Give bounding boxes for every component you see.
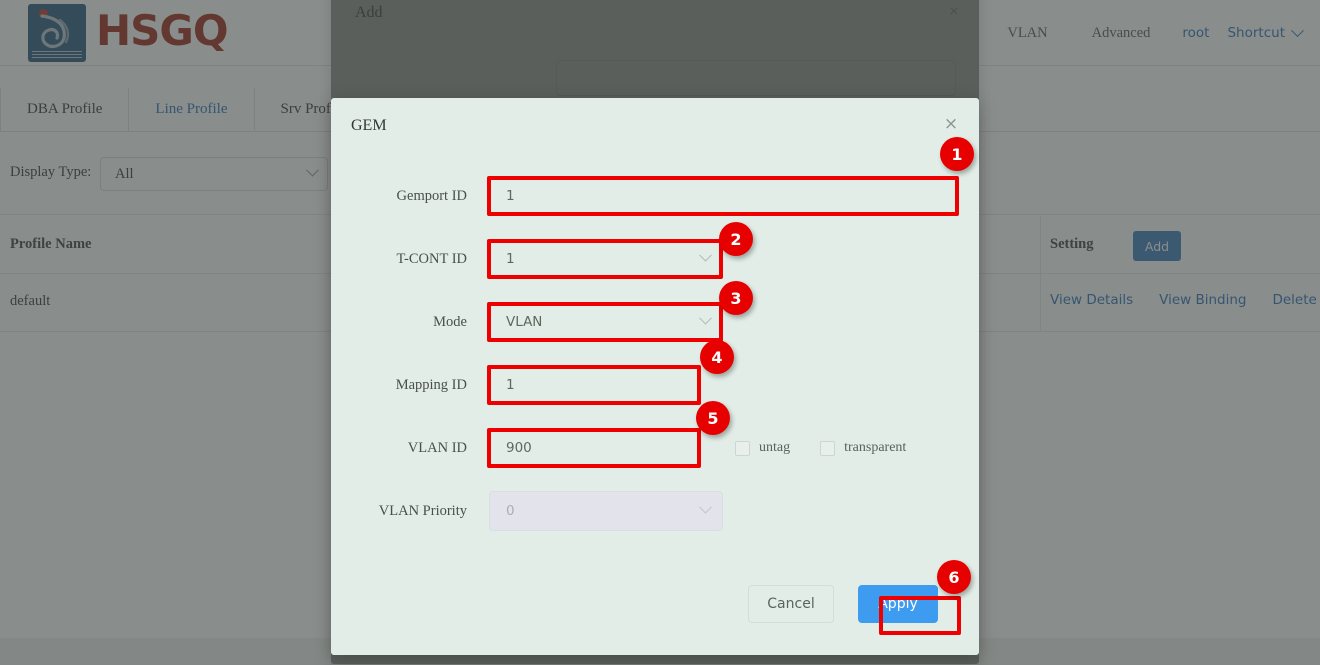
field-row-vlan-priority: VLAN Priority 0	[331, 491, 979, 531]
display-type-value: All	[115, 166, 134, 183]
checkbox-transparent[interactable]: transparent	[820, 440, 906, 456]
annotation-badge-2: 2	[719, 222, 753, 256]
field-row-vlan-id: VLAN ID 900 untag transparent	[331, 428, 979, 468]
chevron-down-icon	[699, 248, 712, 261]
annotation-badge-1: 1	[940, 137, 974, 171]
label-vlan-priority: VLAN Priority	[331, 491, 479, 531]
input-gemport-id[interactable]: 1	[489, 176, 959, 216]
gem-dialog-footer: Cancel Apply	[331, 571, 979, 655]
value-gemport-id: 1	[506, 188, 515, 204]
label-gemport-id: Gemport ID	[331, 176, 479, 216]
brand-name: HSGQ	[96, 10, 228, 56]
checkbox-untag-label: untag	[759, 440, 790, 456]
select-mode[interactable]: VLAN	[489, 302, 723, 342]
display-type-label: Display Type:	[10, 164, 91, 181]
tab-line-profile[interactable]: Line Profile	[129, 88, 254, 131]
gem-dialog: GEM × Gemport ID 1 T-CONT ID 1 Mode VLAN	[331, 98, 979, 655]
link-delete[interactable]: Delete	[1272, 292, 1316, 308]
apply-button[interactable]: Apply	[858, 585, 938, 623]
field-row-mapping-id: Mapping ID 1	[331, 365, 979, 405]
select-tcont-id[interactable]: 1	[489, 239, 723, 279]
logo-swoosh-icon	[36, 12, 76, 50]
field-row-tcont-id: T-CONT ID 1	[331, 239, 979, 279]
field-row-mode: Mode VLAN	[331, 302, 979, 342]
select-vlan-priority[interactable]: 0	[489, 491, 723, 531]
input-mapping-id[interactable]: 1	[489, 365, 701, 405]
value-mode: VLAN	[506, 314, 542, 330]
gem-dialog-title: GEM	[351, 117, 387, 135]
nav-item-advanced[interactable]: Advanced	[1070, 25, 1173, 42]
display-type-select[interactable]: All	[100, 157, 328, 191]
label-vlan-id: VLAN ID	[331, 428, 479, 468]
row-action-links: View Details View Binding Delete	[1050, 292, 1317, 308]
add-profile-button[interactable]: Add	[1133, 231, 1181, 261]
value-vlan-priority: 0	[506, 503, 515, 519]
column-header-setting: Setting	[1050, 236, 1094, 253]
top-navigation: VLAN Advanced root Shortcut	[985, 0, 1306, 66]
checkbox-icon	[820, 441, 835, 456]
tab-dba-profile[interactable]: DBA Profile	[0, 88, 129, 131]
nav-user-root[interactable]: root	[1172, 25, 1219, 41]
close-icon[interactable]: ×	[943, 116, 959, 132]
link-view-details[interactable]: View Details	[1050, 292, 1133, 308]
screenshot-root: HSGQ VLAN Advanced root Shortcut DBA Pro…	[0, 0, 1320, 665]
chevron-down-icon	[1291, 24, 1304, 37]
annotation-badge-5: 5	[696, 401, 730, 435]
hsgq-logo-icon	[28, 4, 86, 62]
label-mapping-id: Mapping ID	[331, 365, 479, 405]
vlan-checkbox-group: untag transparent	[735, 428, 906, 468]
logo-lines	[32, 51, 82, 59]
value-tcont-id: 1	[506, 251, 515, 267]
nav-shortcut-label: Shortcut	[1227, 25, 1285, 41]
label-mode: Mode	[331, 302, 479, 342]
nav-shortcut-menu[interactable]: Shortcut	[1219, 25, 1306, 41]
annotation-badge-4: 4	[700, 340, 734, 374]
annotation-badge-6: 6	[937, 560, 971, 594]
column-header-profile-name: Profile Name	[10, 236, 91, 253]
label-tcont-id: T-CONT ID	[331, 239, 479, 279]
checkbox-untag[interactable]: untag	[735, 440, 790, 456]
cancel-button[interactable]: Cancel	[748, 585, 834, 623]
annotation-badge-3: 3	[719, 281, 753, 315]
checkbox-icon	[735, 441, 750, 456]
chevron-down-icon	[699, 500, 712, 513]
input-vlan-id[interactable]: 900	[489, 428, 701, 468]
cell-profile-name: default	[10, 293, 50, 310]
value-vlan-id: 900	[506, 440, 532, 456]
link-view-binding[interactable]: View Binding	[1159, 292, 1246, 308]
field-row-gemport-id: Gemport ID 1	[331, 176, 979, 216]
nav-item-vlan[interactable]: VLAN	[985, 25, 1069, 42]
chevron-down-icon	[306, 163, 319, 176]
chevron-down-icon	[699, 311, 712, 324]
brand-logo: HSGQ	[28, 4, 228, 62]
checkbox-transparent-label: transparent	[844, 440, 906, 456]
value-mapping-id: 1	[506, 377, 515, 393]
